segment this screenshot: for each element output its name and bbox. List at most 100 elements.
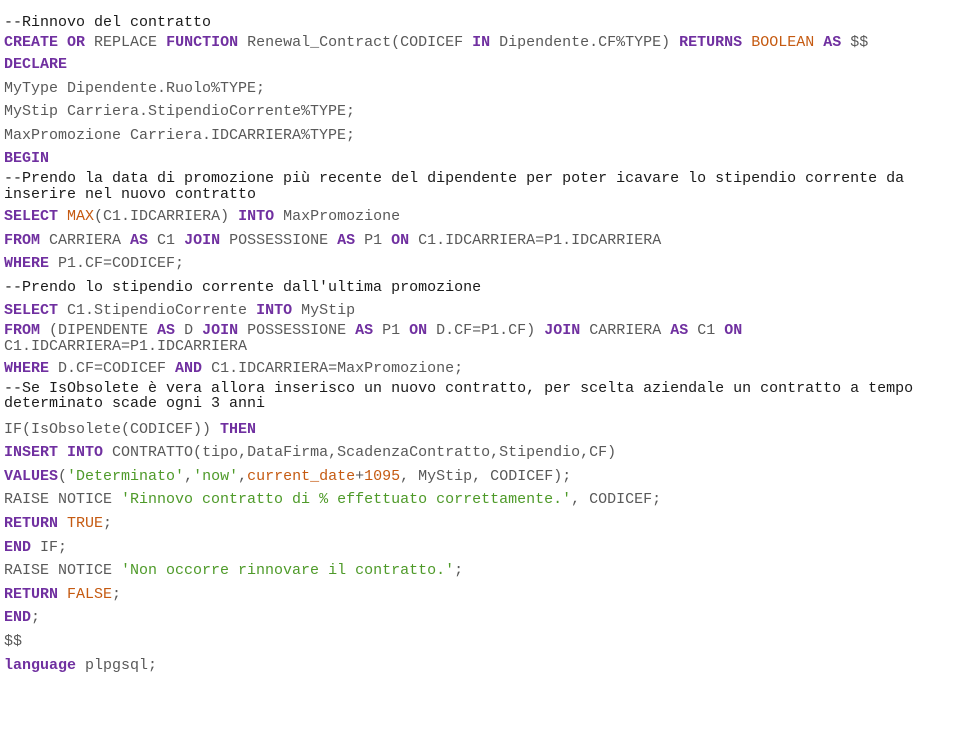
code-token-keyword: RETURN (4, 515, 59, 532)
code-line: RETURN FALSE; (4, 583, 959, 607)
code-token-keyword: FROM (4, 322, 41, 340)
code-token-plain: IF(IsObsolete(CODICEF)) (4, 420, 221, 438)
code-token-plain: , CODICEF; (571, 491, 662, 509)
code-token-func: current_date (247, 467, 356, 485)
code-line: --Se IsObsolete è vera allora inserisco … (4, 379, 959, 413)
code-token-plain: POSSESSIONE (220, 231, 338, 249)
code-line: language plpgsql; (4, 654, 959, 678)
code-token-string: 'Determinato' (67, 467, 185, 485)
code-token-keyword: JOIN (544, 322, 581, 340)
code-token-func: BOOLEAN (751, 33, 815, 51)
code-line: INSERT INTO CONTRATTO(tipo,DataFirma,Sca… (4, 441, 959, 465)
code-token-keyword: INSERT (4, 444, 59, 462)
code-token-plain: , (184, 467, 194, 485)
code-token-plain: CARRIERA (40, 231, 131, 249)
code-line: MyType Dipendente.Ruolo%TYPE; (4, 77, 959, 101)
code-token-string: 'now' (193, 467, 239, 485)
code-token-plain: $$ (841, 33, 869, 51)
code-token-plain: D (175, 322, 203, 340)
code-token-plain: C1.IDCARRIERA=MaxPromozione; (202, 360, 464, 378)
code-token-string: 'Rinnovo contratto di % effettuato corre… (121, 491, 572, 509)
code-token-plain: CONTRATTO(tipo,DataFirma,ScadenzaContrat… (103, 444, 617, 462)
code-token-keyword: END (4, 538, 32, 556)
code-token-plain: C1 (688, 322, 725, 340)
code-token-string: 'Non occorre rinnovare il contratto.' (121, 562, 455, 580)
code-line: FROM (DIPENDENTE AS D JOIN POSSESSIONE A… (4, 323, 959, 354)
code-token-keyword: AS (337, 231, 356, 249)
code-token-plain: RAISE NOTICE (4, 491, 122, 509)
code-token-keyword: OR (67, 33, 86, 51)
code-token-keyword: SELECT (4, 208, 59, 226)
code-token-plain: MyStip (292, 302, 356, 320)
code-token-plain: IF; (31, 538, 68, 556)
code-line: RETURN TRUE; (4, 512, 959, 536)
code-token-plain: RAISE NOTICE (4, 562, 122, 580)
code-token-keyword: AND (175, 360, 203, 378)
code-token-keyword: AS (355, 322, 374, 340)
code-token-comment: --Prendo lo stipendio corrente dall'ulti… (4, 278, 482, 296)
code-token-plain: REPLACE (85, 33, 167, 51)
code-token-plain: P1 (355, 231, 392, 249)
code-token-keyword: ON (724, 322, 743, 340)
code-token-keyword: AS (157, 322, 176, 340)
code-token-keyword: VALUES (4, 467, 59, 485)
code-token-plain: ; (112, 585, 122, 603)
code-token-keyword: SELECT (4, 302, 59, 320)
code-token-comment: --Se IsObsolete è vera allora inserisco … (4, 379, 923, 413)
code-token-keyword: AS (670, 322, 689, 340)
code-token-plain: C1 (148, 231, 185, 249)
code-token-plain: Dipendente.CF%TYPE) (490, 33, 680, 51)
code-token-plain: plpgsql; (76, 656, 158, 674)
code-token-plain: (DIPENDENTE (40, 322, 158, 340)
code-line: FROM CARRIERA AS C1 JOIN POSSESSIONE AS … (4, 229, 959, 253)
code-token-func: 1095 (364, 467, 401, 485)
code-token-keyword: DECLARE (4, 56, 68, 74)
code-token-plain: D.CF=P1.CF) (427, 322, 545, 340)
code-line: SELECT C1.StipendioCorrente INTO MyStip (4, 299, 959, 323)
code-line: WHERE P1.CF=CODICEF; (4, 252, 959, 276)
code-token-keyword: RETURN (4, 585, 59, 603)
code-line: VALUES('Determinato','now',current_date+… (4, 465, 959, 489)
code-token-plain: P1 (373, 322, 410, 340)
code-token-keyword: FUNCTION (166, 33, 239, 51)
code-token-keyword: ON (391, 231, 410, 249)
code-token-plain: C1.StipendioCorrente (58, 302, 257, 320)
code-line: IF(IsObsolete(CODICEF)) THEN (4, 418, 959, 442)
code-token-keyword: JOIN (202, 322, 239, 340)
code-token-func: MAX (67, 208, 95, 226)
code-line: BEGIN (4, 147, 959, 171)
code-line: DECLARE (4, 53, 959, 77)
code-token-plain: ; (31, 609, 41, 627)
code-token-plain: , MyStip, CODICEF); (400, 467, 572, 485)
code-token-plain: Renewal_Contract(CODICEF (238, 33, 473, 51)
code-token-plain: MyStip Carriera.StipendioCorrente%TYPE; (4, 103, 356, 121)
code-token-plain: (C1.IDCARRIERA) (94, 208, 239, 226)
code-token-keyword: FROM (4, 231, 41, 249)
code-line: --Prendo la data di promozione più recen… (4, 171, 959, 202)
code-token-keyword: BEGIN (4, 150, 50, 168)
code-listing: --Rinnovo del contratto CREATE OR REPLACE… (4, 11, 959, 677)
code-line: WHERE D.CF=CODICEF AND C1.IDCARRIERA=Max… (4, 357, 959, 381)
code-token-func: FALSE (67, 585, 113, 603)
code-token-keyword: INTO (67, 444, 104, 462)
code-line: $$ (4, 630, 959, 654)
code-line: CREATE OR REPLACE FUNCTION Renewal_Contr… (4, 33, 959, 51)
code-token-keyword: END (4, 609, 32, 627)
code-token-keyword: AS (130, 231, 149, 249)
code-token-keyword: JOIN (184, 231, 221, 249)
code-token-keyword: WHERE (4, 360, 50, 378)
code-token-keyword: THEN (220, 420, 257, 438)
code-token-func: TRUE (67, 515, 104, 532)
code-token-plain: ( (58, 467, 68, 485)
code-token-plain: C1.IDCARRIERA=P1.IDCARRIERA (409, 231, 662, 249)
code-token-keyword: language (4, 656, 77, 674)
code-line: --Rinnovo del contratto (4, 11, 959, 35)
code-token-comment: --Prendo la data di promozione più recen… (4, 170, 914, 203)
code-token-keyword: IN (472, 33, 491, 51)
